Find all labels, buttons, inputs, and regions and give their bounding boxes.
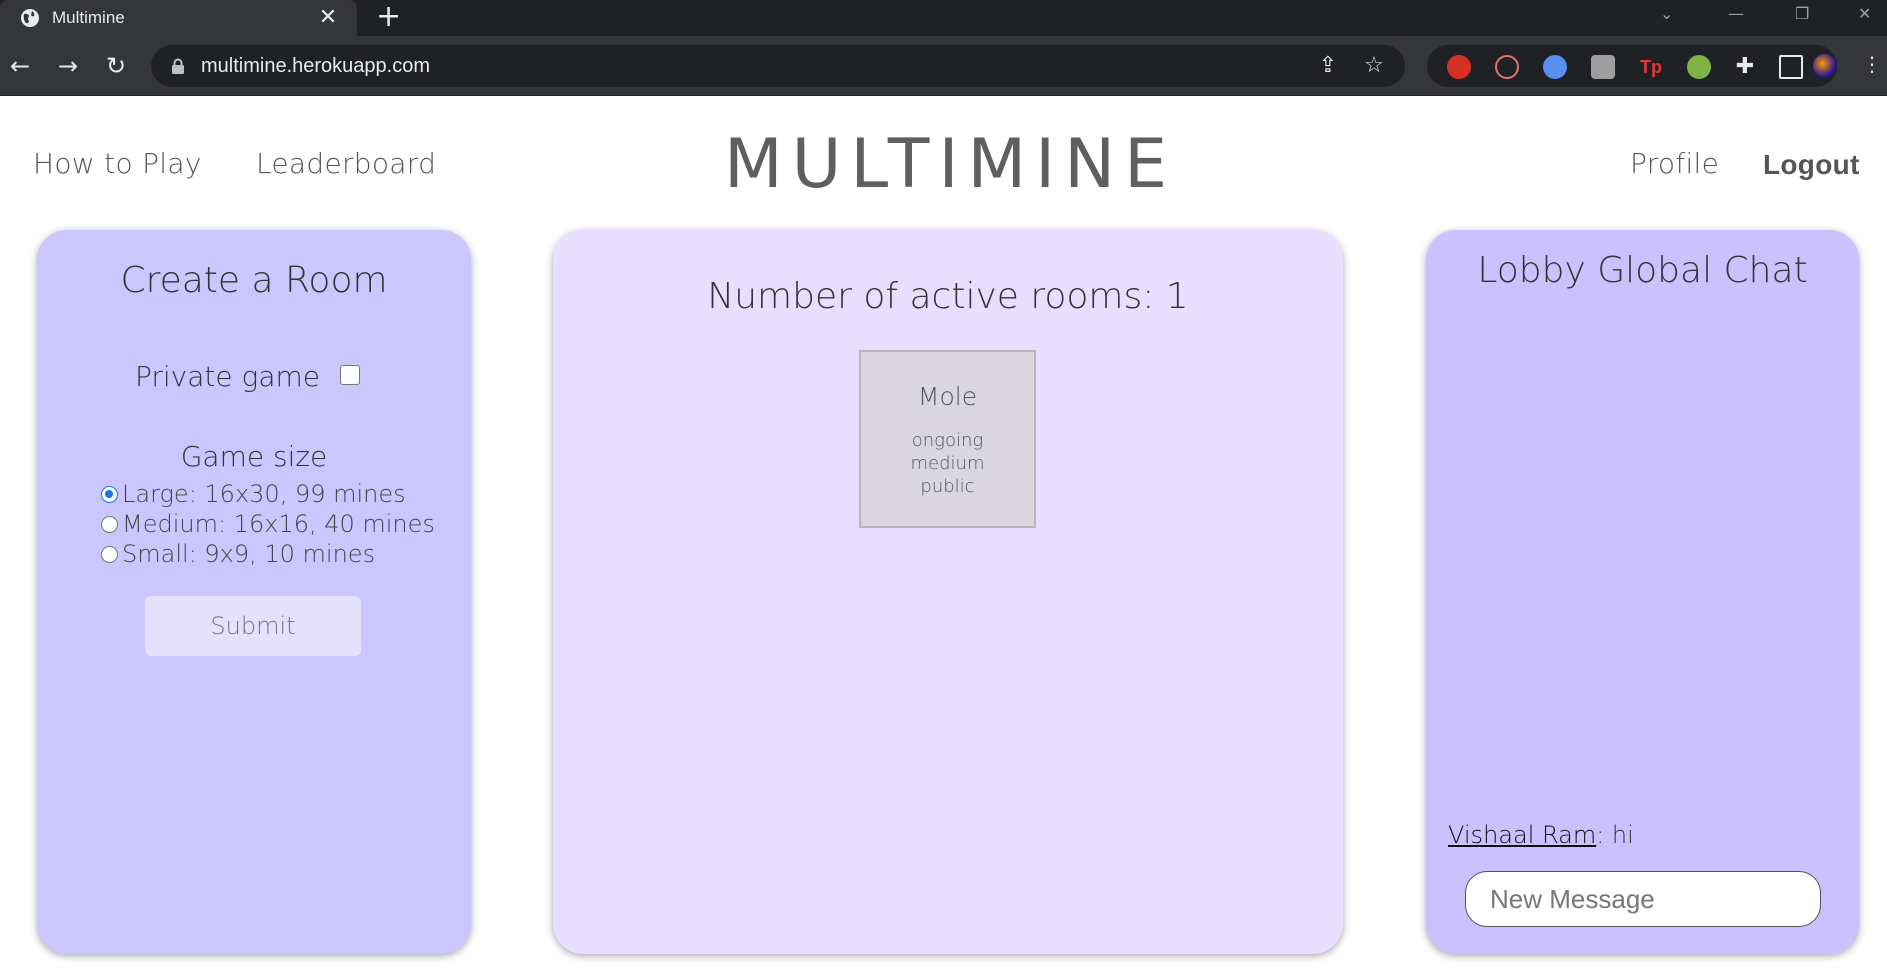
room-card[interactable]: Mole ongoing medium public [859,350,1036,528]
page-content: How to Play Leaderboard MULTIMINE Profil… [0,97,1887,976]
size-option-label: Small: 9x9, 10 mines [122,540,376,568]
site-logo[interactable]: MULTIMINE [720,125,1180,204]
forward-icon[interactable]: → [52,50,84,82]
room-size: medium [910,453,985,474]
share-icon[interactable]: ⇪ [1313,51,1343,81]
lobby-chat-panel: Lobby Global Chat Vishaal Ram: hi [1426,230,1859,954]
leaderboard-link[interactable]: Leaderboard [256,147,436,180]
side-panel-icon[interactable] [1779,55,1803,79]
search-extension-icon[interactable] [1543,55,1567,79]
chat-title: Lobby Global Chat [1477,250,1808,291]
browser-toolbar: ← → ↻ multimine.herokuapp.com ⇪ ☆ Tp ✚ ⋮ [0,36,1887,96]
profile-link[interactable]: Profile [1630,147,1719,180]
k-extension-icon[interactable] [1591,55,1615,79]
how-to-play-link[interactable]: How to Play [33,147,202,180]
reload-icon[interactable]: ↻ [100,50,132,82]
room-status: ongoing [911,430,984,451]
address-bar[interactable]: multimine.herokuapp.com ⇪ ☆ [151,45,1405,87]
bookmark-star-icon[interactable]: ☆ [1359,51,1389,81]
new-message-input[interactable] [1465,871,1821,927]
private-game-row: Private game [135,360,360,393]
size-option-label: Medium: 16x16, 40 mines [122,510,435,538]
extensions-area: Tp ✚ [1427,45,1837,87]
active-rooms-panel: Number of active rooms: 1 Mole ongoing m… [553,230,1343,954]
size-option-small[interactable]: Small: 9x9, 10 mines [101,540,375,568]
minimize-icon[interactable]: — [1728,4,1744,23]
tp-extension-icon[interactable]: Tp [1639,55,1663,79]
chat-message: Vishaal Ram: hi [1448,821,1634,849]
game-size-title: Game size [180,440,328,473]
plus-extension-icon[interactable] [1687,55,1711,79]
tab-title: Multimine [52,8,125,27]
size-option-large[interactable]: Large: 16x30, 99 mines [101,480,406,508]
profile-avatar[interactable] [1813,54,1837,78]
submit-button[interactable]: Submit [145,596,361,656]
chat-message-text: : hi [1596,821,1634,849]
private-game-label: Private game [135,360,320,393]
room-visibility: public [920,476,975,497]
create-room-title: Create a Room [120,260,388,301]
size-option-medium[interactable]: Medium: 16x16, 40 mines [101,510,435,538]
url-text: multimine.herokuapp.com [201,54,430,77]
radio-large[interactable] [101,485,118,503]
browser-tab-strip: Multimine ✕ + ⌄ — ❐ ✕ [0,0,1887,36]
active-rooms-title: Number of active rooms: 1 [707,276,1189,317]
back-icon[interactable]: ← [4,50,36,82]
restore-icon[interactable]: ❐ [1795,4,1809,23]
radio-medium[interactable] [101,515,118,533]
tab-search-icon[interactable]: ⌄ [1660,4,1673,23]
blocker-extension-icon[interactable] [1495,55,1519,79]
puzzle-extensions-icon[interactable]: ✚ [1733,55,1757,79]
create-room-panel: Create a Room Private game Game size Lar… [37,230,471,954]
size-option-label: Large: 16x30, 99 mines [122,480,406,508]
radio-small[interactable] [101,545,118,563]
private-game-checkbox[interactable] [339,364,360,385]
new-tab-button[interactable]: + [376,2,401,32]
browser-menu-icon[interactable]: ⋮ [1862,54,1882,74]
lock-icon [172,58,184,74]
window-close-icon[interactable]: ✕ [1858,4,1871,23]
room-name: Mole [917,382,978,411]
logout-link[interactable]: Logout [1763,149,1860,181]
chat-username-link[interactable]: Vishaal Ram [1448,821,1596,849]
stop-hand-extension-icon[interactable] [1447,55,1471,79]
tab-close-icon[interactable]: ✕ [313,7,343,29]
browser-tab[interactable]: Multimine ✕ [0,0,357,36]
globe-icon [21,9,39,27]
